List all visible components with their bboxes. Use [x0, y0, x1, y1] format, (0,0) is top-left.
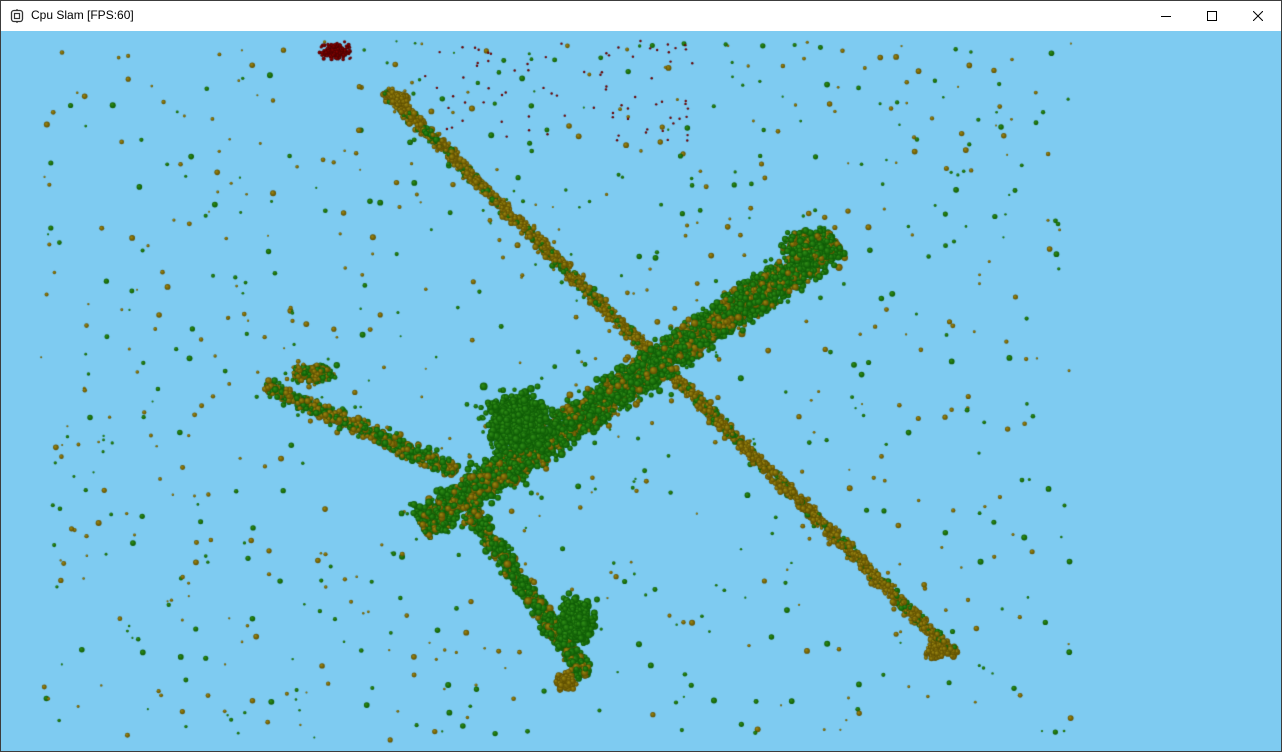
title-bar[interactable]: Cpu Slam [FPS:60] [1, 1, 1281, 31]
maximize-icon [1207, 11, 1217, 21]
window-title: Cpu Slam [FPS:60] [31, 8, 134, 22]
minimize-icon [1161, 11, 1171, 21]
app-icon [10, 9, 24, 23]
app-window: Cpu Slam [FPS:60] [0, 0, 1282, 752]
render-viewport[interactable] [1, 31, 1281, 751]
close-button[interactable] [1235, 1, 1281, 31]
minimize-button[interactable] [1143, 1, 1189, 31]
point-cloud-canvas[interactable] [1, 31, 1281, 751]
close-icon [1253, 11, 1263, 21]
maximize-button[interactable] [1189, 1, 1235, 31]
